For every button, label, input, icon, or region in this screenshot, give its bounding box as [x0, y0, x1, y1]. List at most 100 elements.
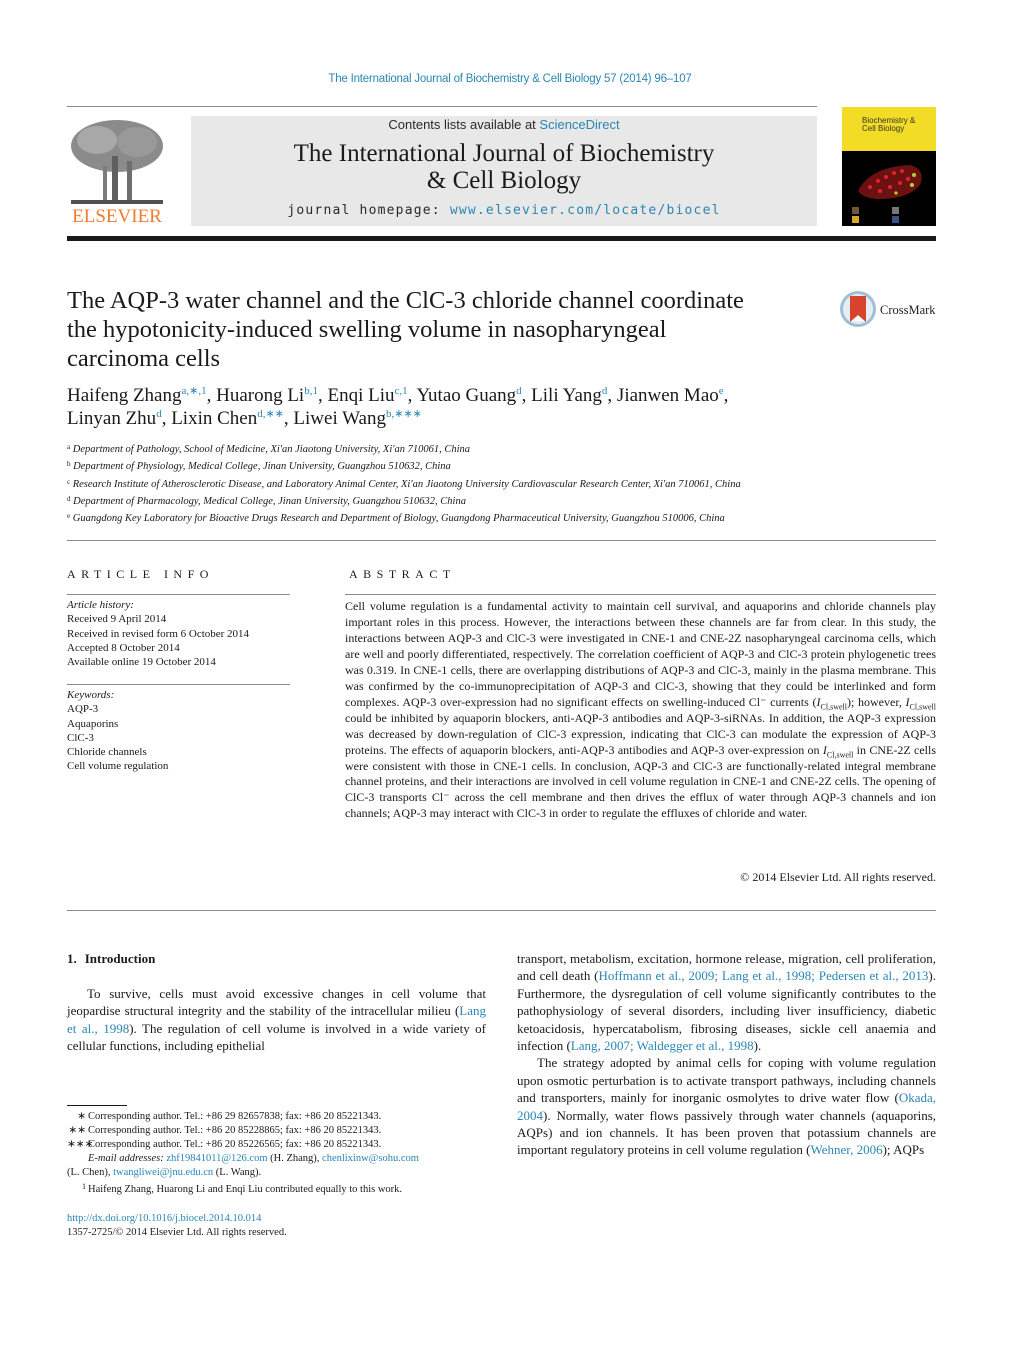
doi-link[interactable]: http://dx.doi.org/10.1016/j.biocel.2014.…: [67, 1213, 261, 1224]
email-owner: (L. Wang).: [213, 1167, 262, 1179]
keyword: Cell volume regulation: [67, 760, 169, 773]
footnote-text: Corresponding author. Tel.: +86 20 85228…: [88, 1125, 382, 1137]
footnote-mark: ∗∗: [68, 1125, 86, 1137]
crossmark-label: CrossMark: [880, 303, 936, 317]
affiliation-text: Department of Physiology, Medical Colleg…: [73, 461, 451, 473]
author-name: Haifeng Zhang: [67, 385, 182, 406]
abstract-segment: Cell volume regulation is a fundamental …: [345, 599, 936, 709]
author-name: Jianwen Mao: [616, 385, 719, 406]
footnote: ∗∗∗Corresponding author. Tel.: +86 20 85…: [67, 1138, 487, 1152]
text-segment: ); AQPs: [882, 1142, 925, 1158]
journal-cover-image[interactable]: Biochemistry & Cell Biology: [842, 107, 936, 226]
text-segment: The strategy adopted by animal cells for…: [517, 1055, 936, 1106]
article-info-heading: ARTICLE INFO: [67, 567, 214, 581]
author-list: Haifeng Zhanga,∗,1, Huarong Lib,1, Enqi …: [67, 384, 927, 430]
citation-link[interactable]: Wehner, 2006: [811, 1142, 883, 1157]
author-marks[interactable]: d,∗∗: [257, 408, 284, 420]
keyword: Aquaporins: [67, 717, 119, 730]
author[interactable]: Huarong Lib,1: [216, 385, 318, 406]
article-title-line1: The AQP-3 water channel and the ClC-3 ch…: [67, 287, 744, 314]
section-divider: [67, 540, 936, 541]
body-column-right: transport, metabolism, excitation, hormo…: [517, 950, 936, 1159]
abstract-text: Cell volume regulation is a fundamental …: [345, 599, 936, 822]
article-title: The AQP-3 water channel and the ClC-3 ch…: [67, 286, 827, 373]
author-separator: ,: [161, 408, 172, 429]
affiliation: b Department of Physiology, Medical Coll…: [67, 457, 927, 474]
abstract-heading: ABSTRACT: [349, 567, 456, 581]
keyword: AQP-3: [67, 703, 99, 716]
history-label: Article history:: [67, 599, 134, 611]
author-name: Enqi Liu: [327, 385, 395, 406]
journal-title: The International Journal of Biochemistr…: [191, 140, 817, 194]
abstract-divider: [345, 594, 936, 595]
author-separator: ,: [723, 385, 729, 406]
author-name: Lili Yang: [531, 385, 602, 406]
article-info-divider: [67, 594, 290, 595]
author-line-1: Haifeng Zhanga,∗,1, Huarong Lib,1, Enqi …: [67, 384, 927, 407]
author[interactable]: Haifeng Zhanga,∗,1: [67, 385, 207, 406]
footnotes: ∗ Corresponding author. Tel.: +86 29 8265…: [67, 1110, 487, 1198]
footnote: ∗∗ Corresponding author. Tel.: +86 20 852…: [67, 1124, 487, 1138]
citation-link[interactable]: Hoffmann et al., 2009; Lang et al., 1998…: [599, 968, 929, 983]
article-title-line2: the hypotonicity-induced swelling volume…: [67, 316, 667, 343]
history-item: Available online 19 October 2014: [67, 656, 216, 669]
keywords-label: Keywords:: [67, 689, 115, 701]
cover-microscopy-icon: [852, 165, 922, 223]
affiliation-text: Department of Pathology, School of Medic…: [72, 444, 471, 455]
history-item: Received in revised form 6 October 2014: [67, 627, 250, 640]
cover-title-band: Biochemistry & Cell Biology: [842, 107, 936, 151]
email-link[interactable]: twangliwei@jnu.edu.cn: [113, 1167, 213, 1178]
affiliation-key: d: [67, 494, 71, 503]
article-history: Article history: Received 9 April 2014 R…: [67, 598, 292, 669]
citation-link[interactable]: Lang, 2007; Waldegger et al., 1998: [571, 1038, 754, 1053]
doi-block: http://dx.doi.org/10.1016/j.biocel.2014.…: [67, 1212, 287, 1241]
sciencedirect-link[interactable]: ScienceDirect: [539, 117, 619, 132]
author-separator: ,: [206, 385, 217, 406]
keyword: ClC-3: [67, 731, 94, 744]
running-head[interactable]: The International Journal of Biochemistr…: [0, 73, 1020, 85]
abstract-copyright: © 2014 Elsevier Ltd. All rights reserved…: [740, 870, 936, 884]
text-segment: To survive, cells must avoid excessive c…: [67, 986, 486, 1019]
author-separator: ,: [283, 408, 294, 429]
author[interactable]: Yutao Guangd: [416, 385, 521, 406]
email-owner: (L. Chen),: [67, 1167, 114, 1179]
author[interactable]: Lixin Chend,∗∗: [171, 408, 284, 429]
abstract-segment: ); however,: [846, 694, 906, 709]
author-name: Liwei Wang: [293, 408, 386, 429]
author-separator: ,: [607, 385, 617, 406]
footnote-text: Corresponding author. Tel.: +86 29 82657…: [88, 1111, 382, 1122]
footnote-text: Haifeng Zhang, Huarong Li and Enqi Liu c…: [88, 1184, 403, 1196]
author[interactable]: Liwei Wangb,∗∗∗: [293, 408, 421, 429]
crossmark-button[interactable]: CrossMark: [839, 290, 939, 330]
section-number: 1.: [67, 951, 77, 966]
keywords-divider: [67, 684, 290, 685]
paragraph: transport, metabolism, excitation, hormo…: [517, 950, 936, 1054]
crossmark-icon: [840, 291, 876, 327]
history-item: Received 9 April 2014: [67, 613, 167, 626]
author[interactable]: Linyan Zhud: [67, 408, 162, 429]
email-footnote-cont: (L. Chen), twangliwei@jnu.edu.cn (L. Wan…: [67, 1166, 487, 1180]
email-link[interactable]: chenlixinw@sohu.com: [322, 1153, 419, 1164]
author-marks[interactable]: a,∗,1: [181, 385, 206, 397]
journal-masthead: Contents lists available at ScienceDirec…: [191, 116, 817, 226]
email-link[interactable]: zhf19841011@126.com: [166, 1153, 267, 1164]
author-separator: ,: [521, 385, 532, 406]
homepage-link[interactable]: www.elsevier.com/locate/biocel: [450, 203, 721, 218]
affiliation-key: e: [67, 512, 71, 521]
footnote-mark: 1: [82, 1182, 86, 1192]
affiliation: e Guangdong Key Laboratory for Bioactive…: [67, 509, 927, 526]
author[interactable]: Lili Yangd: [531, 385, 607, 406]
homepage-prefix: journal homepage:: [287, 203, 450, 218]
footnote-mark: ∗∗∗: [67, 1139, 94, 1151]
affiliation: a Department of Pathology, School of Med…: [67, 440, 927, 457]
author-marks[interactable]: c,1: [395, 385, 408, 397]
keyword: Chloride channels: [67, 746, 147, 759]
masthead-divider: [67, 236, 936, 241]
author[interactable]: Enqi Liuc,1: [327, 385, 407, 406]
author[interactable]: Jianwen Maoe: [617, 385, 724, 406]
journal-title-line2: & Cell Biology: [426, 167, 582, 194]
elsevier-logo[interactable]: ELSEVIER: [67, 116, 167, 228]
author-marks[interactable]: b,∗∗∗: [386, 408, 422, 420]
paragraph: To survive, cells must avoid excessive c…: [67, 985, 486, 1055]
author-marks[interactable]: b,1: [304, 385, 318, 397]
